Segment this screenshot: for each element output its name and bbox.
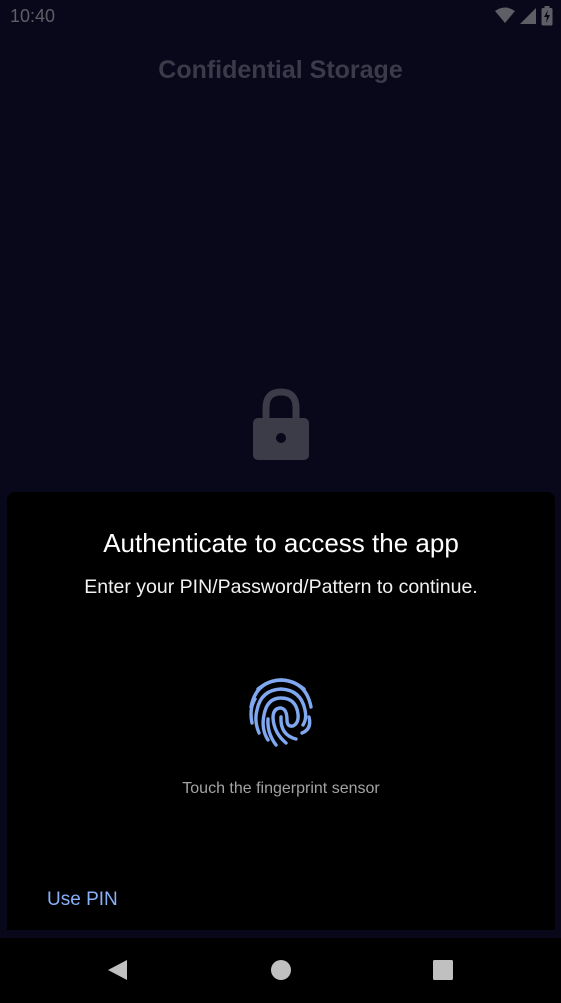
status-time: 10:40 <box>10 6 56 26</box>
fingerprint-hint: Touch the fingerprint sensor <box>182 780 380 797</box>
app-title: Confidential Storage <box>158 56 403 84</box>
fingerprint-icon <box>249 678 313 747</box>
home-icon <box>271 960 291 980</box>
status-bar: 10:40 <box>0 0 561 34</box>
navigation-bar <box>0 938 561 1003</box>
recents-button[interactable] <box>429 956 457 984</box>
back-button[interactable] <box>103 956 131 984</box>
prompt-title: Authenticate to access the app <box>103 528 459 558</box>
signal-icon <box>520 8 536 24</box>
biometric-prompt-sheet: Authenticate to access the app Enter you… <box>7 492 555 930</box>
back-icon <box>108 960 127 980</box>
recents-icon <box>433 960 453 980</box>
lock-icon <box>253 388 309 460</box>
status-icons <box>495 6 553 26</box>
use-pin-button[interactable]: Use PIN <box>41 887 124 913</box>
prompt-subtitle: Enter your PIN/Password/Pattern to conti… <box>84 576 478 598</box>
battery-charging-icon <box>541 6 553 26</box>
device-screen: 10:40 Confidential Storage Authenticate … <box>0 0 561 1003</box>
wifi-icon <box>495 7 515 23</box>
home-button[interactable] <box>267 956 295 984</box>
